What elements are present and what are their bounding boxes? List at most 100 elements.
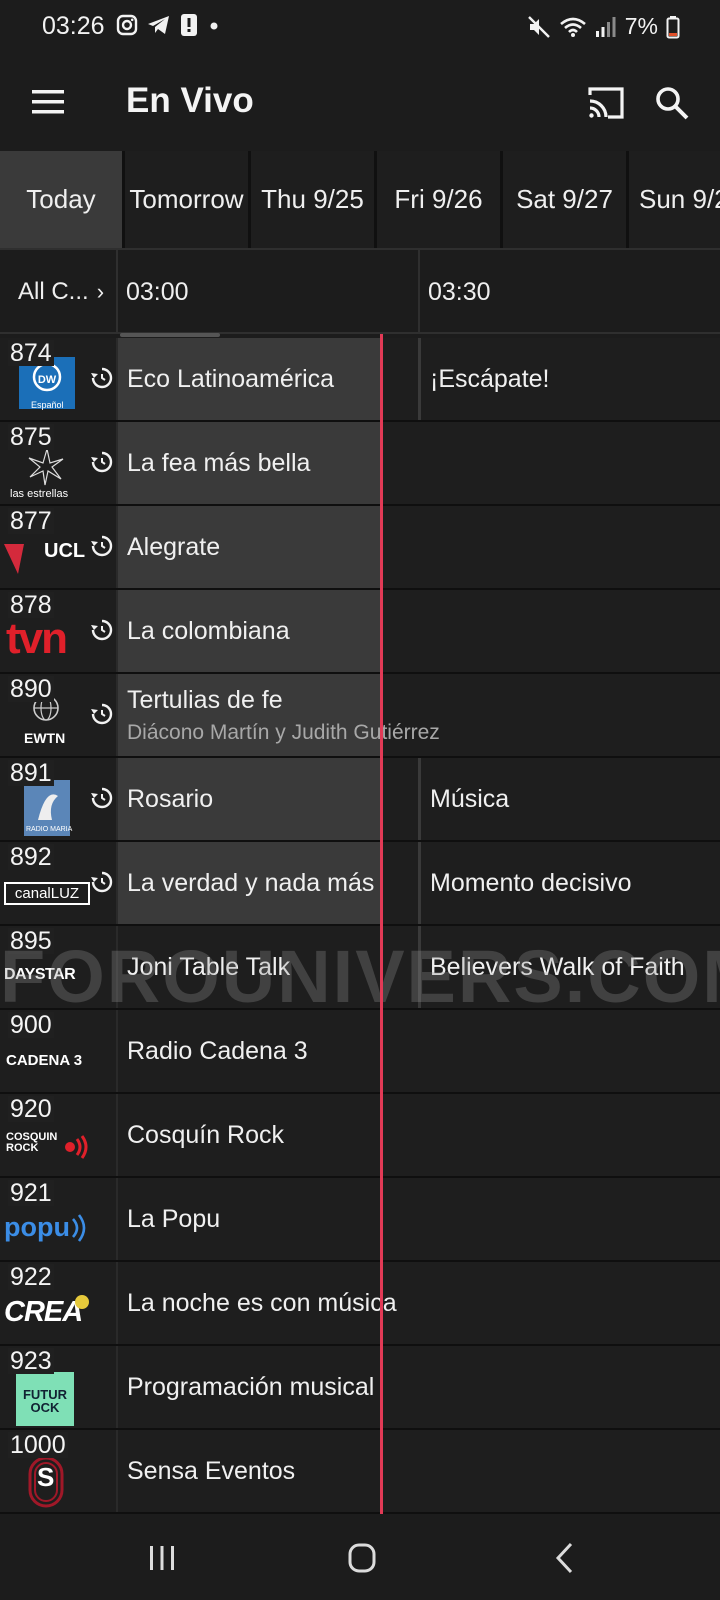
channel-filter-button[interactable]: All C... › <box>0 250 118 334</box>
channel-number: 900 <box>8 1011 54 1039</box>
channel-number: 892 <box>8 843 54 871</box>
signal-icon <box>595 16 616 37</box>
back-button[interactable] <box>546 1538 586 1578</box>
channel-number: 890 <box>8 675 54 703</box>
channel-row: 891 RADIO MARIA Rosario Música <box>0 758 720 842</box>
program-current[interactable]: Programación musical <box>118 1346 720 1428</box>
program-current[interactable]: La fea más bella <box>118 422 380 504</box>
replay-icon <box>91 619 113 641</box>
channel-number: 921 <box>8 1179 54 1207</box>
program-current[interactable]: La Popu <box>118 1178 720 1260</box>
channel-cell[interactable]: 923 FUTUROCK <box>0 1346 118 1428</box>
channel-cell[interactable]: 895 DAYSTAR <box>0 926 118 1008</box>
channel-cell[interactable]: 890 EWTN <box>0 674 118 756</box>
channel-row: 921 popu La Popu <box>0 1178 720 1262</box>
channel-cell[interactable]: 921 popu <box>0 1178 118 1260</box>
program-title: Believers Walk of Faith <box>430 952 685 981</box>
chevron-right-icon: › <box>96 279 105 304</box>
cast-button[interactable] <box>584 83 628 123</box>
program-title: Eco Latinoamérica <box>127 364 335 393</box>
recent-apps-button[interactable] <box>142 1538 182 1578</box>
tab-tomorrow[interactable]: Tomorrow <box>125 151 251 248</box>
replay-icon <box>91 367 113 389</box>
home-icon <box>348 1543 376 1573</box>
channel-row: 890 EWTN Tertulias de fe Diácono Martín … <box>0 674 720 758</box>
program-next[interactable]: Momento decisivo <box>418 842 720 924</box>
program-title: La fea más bella <box>127 448 311 477</box>
battery-level: 7% <box>624 13 658 39</box>
channel-logo-text: las estrellas <box>10 488 69 500</box>
program-next[interactable]: ¡Escápate! <box>418 338 720 420</box>
program-current[interactable]: Radio Cadena 3 <box>118 1010 720 1092</box>
tab-fri[interactable]: Fri 9/26 <box>377 151 503 248</box>
page-title: En Vivo <box>126 81 254 120</box>
tab-sat[interactable]: Sat 9/27 <box>503 151 629 248</box>
channel-filter-label: All C... <box>18 278 89 305</box>
channel-cell[interactable]: 877 UCL <box>0 506 118 588</box>
status-icons-left <box>116 13 221 37</box>
program-guide-grid: 874 DW Español Español Eco Latinoamérica… <box>0 338 720 1516</box>
channel-cell[interactable]: 922 CREA <box>0 1262 118 1344</box>
channel-cell[interactable]: 874 DW Español Español <box>0 338 118 420</box>
channel-number: 878 <box>8 591 54 619</box>
program-current[interactable]: Sensa Eventos <box>118 1430 720 1512</box>
tab-today[interactable]: Today <box>0 151 125 248</box>
tab-sun[interactable]: Sun 9/2 <box>629 151 720 248</box>
program-title: Sensa Eventos <box>127 1456 296 1485</box>
search-button[interactable] <box>652 83 692 123</box>
wifi-icon <box>559 17 586 37</box>
program-current[interactable]: Cosquín Rock <box>118 1094 720 1176</box>
search-icon <box>656 87 689 120</box>
channel-row: 895 DAYSTAR Joni Table Talk Believers Wa… <box>0 926 720 1010</box>
program-next[interactable]: Música <box>418 758 720 840</box>
channel-logo-text: RADIO MARIA <box>26 826 73 833</box>
program-title: Cosquín Rock <box>127 1120 285 1149</box>
program-title: Programación musical <box>127 1372 375 1401</box>
program-title: ¡Escápate! <box>430 364 550 393</box>
replay-icon <box>91 451 113 473</box>
channel-cell[interactable]: 920 COSQUIN ROCK <box>0 1094 118 1176</box>
channel-number: 877 <box>8 507 54 535</box>
channel-cell[interactable]: 891 RADIO MARIA <box>0 758 118 840</box>
program-current[interactable]: Eco Latinoamérica <box>118 338 380 420</box>
channel-row: 875 las estrellas La fea más bella <box>0 422 720 506</box>
scroll-indicator <box>120 333 220 337</box>
channel-logo-text: canalLUZ <box>4 882 90 905</box>
program-current[interactable]: Rosario <box>118 758 380 840</box>
program-title: La Popu <box>127 1204 221 1233</box>
channel-number: 922 <box>8 1263 54 1291</box>
program-current[interactable]: La noche es con música <box>118 1262 720 1344</box>
program-current[interactable]: La colombiana <box>118 590 380 672</box>
program-current[interactable]: Alegrate <box>118 506 380 588</box>
program-current[interactable]: Tertulias de fe Diácono Martín y Judith … <box>118 674 440 756</box>
program-title: La noche es con música <box>127 1288 397 1317</box>
program-next[interactable]: Believers Walk of Faith <box>418 926 720 1008</box>
tab-thu[interactable]: Thu 9/25 <box>251 151 377 248</box>
channel-logo-text: DAYSTAR <box>4 966 76 983</box>
program-title: Radio Cadena 3 <box>127 1036 308 1065</box>
channel-number: 891 <box>8 759 54 787</box>
replay-icon <box>91 703 113 725</box>
replay-icon <box>91 535 113 557</box>
day-tabs: Today Tomorrow Thu 9/25 Fri 9/26 Sat 9/2… <box>0 151 720 248</box>
time-slot: 03:30 <box>418 250 720 334</box>
channel-row: 878 tvn La colombiana <box>0 590 720 674</box>
program-title: Alegrate <box>127 532 221 561</box>
cast-icon <box>588 87 624 119</box>
status-icons-right: 7% <box>527 13 680 40</box>
channel-cell[interactable]: 875 las estrellas <box>0 422 118 504</box>
channel-cell[interactable]: 878 tvn <box>0 590 118 672</box>
channel-cell[interactable]: 892 canalLUZ <box>0 842 118 924</box>
channel-cell[interactable]: 900 CADENA 3 <box>0 1010 118 1092</box>
channel-cell[interactable]: 1000 S <box>0 1430 118 1512</box>
program-current[interactable]: Joni Table Talk <box>118 926 418 1008</box>
program-title: La colombiana <box>127 616 290 645</box>
channel-row: 877 UCL Alegrate <box>0 506 720 590</box>
program-current[interactable]: La verdad y nada más <box>118 842 380 924</box>
program-title: La verdad y nada más <box>127 868 375 897</box>
channel-logo-text: UCL <box>44 540 86 562</box>
menu-button[interactable] <box>26 82 70 122</box>
program-subtitle: Diácono Martín y Judith Gutiérrez <box>127 720 440 744</box>
program-title: Rosario <box>127 784 214 813</box>
home-button[interactable] <box>342 1538 382 1578</box>
